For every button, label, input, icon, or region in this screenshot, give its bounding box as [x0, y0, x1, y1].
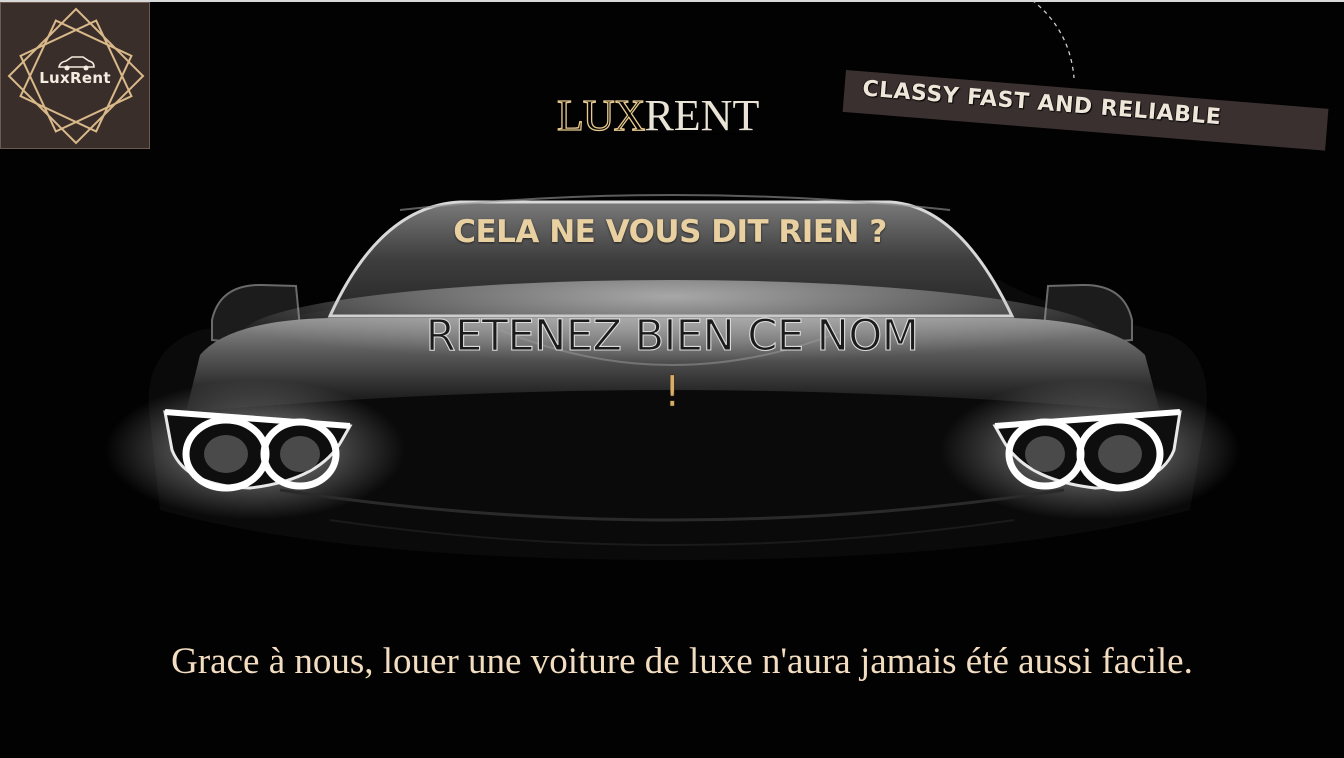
hero-remember-text: RETENEZ BIEN CE NOM: [425, 310, 919, 361]
title-rent: RENT: [644, 91, 760, 140]
footer-message: Grace à nous, louer une voiture de luxe …: [171, 641, 1193, 682]
tagline-banner: CLASSY FAST AND RELIABLE: [842, 70, 1329, 151]
tagline-text: CLASSY FAST AND RELIABLE: [861, 76, 1223, 131]
left-headlight: [163, 409, 353, 492]
top-border: [0, 0, 1344, 2]
right-headlight: [992, 409, 1182, 492]
page: LuxRent LUXRENT CLASSY FAST AND RELIABLE…: [0, 0, 1344, 758]
hero-remember: RETENEZ BIEN CE NOM !: [372, 308, 972, 420]
hero-exclamation: !: [663, 367, 681, 418]
title-lux: LUX: [556, 91, 646, 140]
logo-text: LuxRent: [39, 69, 111, 87]
hero-question: CELA NE VOUS DIT RIEN ?: [453, 214, 887, 250]
luxrent-logo[interactable]: LuxRent: [0, 2, 150, 149]
page-title: LUXRENT: [556, 91, 779, 140]
dashed-arc-decoration: [1031, 0, 1075, 79]
